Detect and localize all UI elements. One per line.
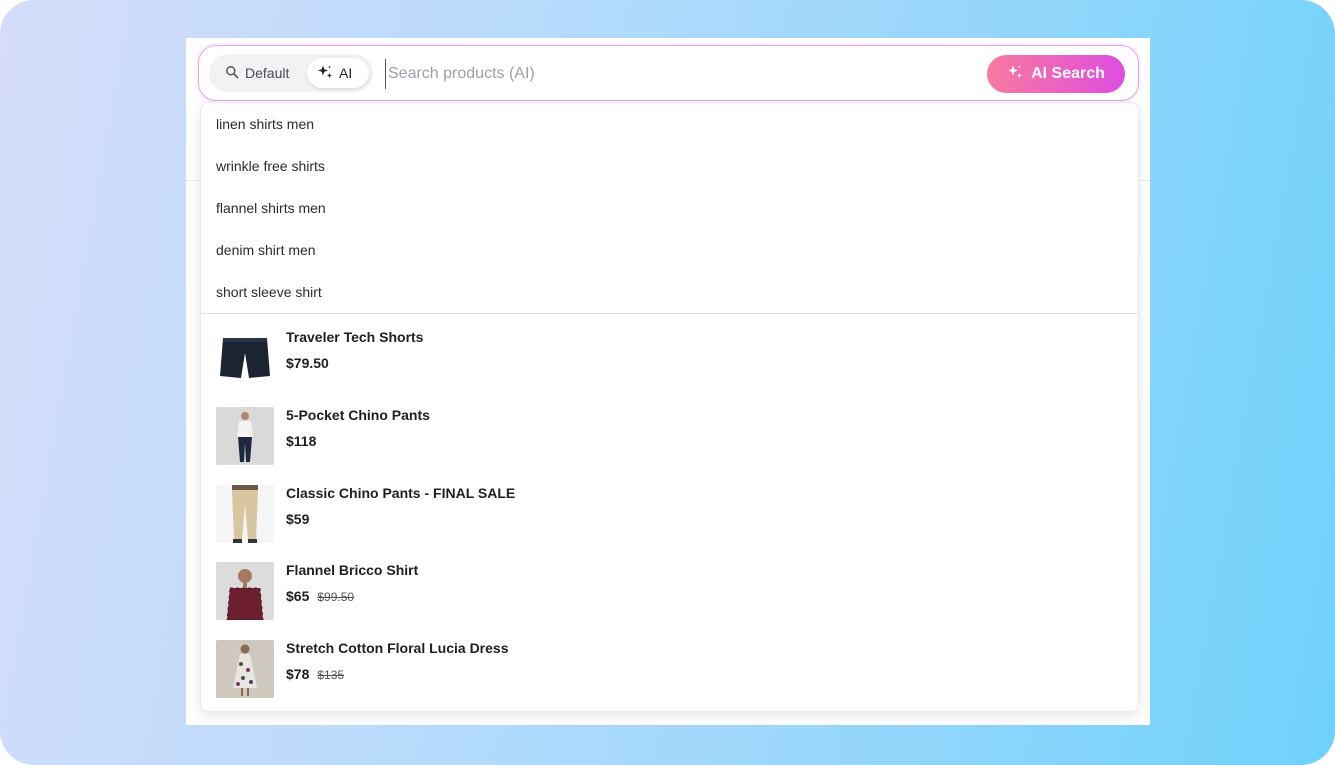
product-name: Traveler Tech Shorts [286, 329, 424, 345]
product-name: Flannel Bricco Shirt [286, 562, 419, 578]
suggestion-item[interactable]: flannel shirts men [201, 187, 1138, 229]
suggestion-item[interactable]: denim shirt men [201, 229, 1138, 271]
product-original-price: $135 [317, 668, 345, 682]
product-result[interactable]: Traveler Tech Shorts $79.50 [216, 329, 1116, 387]
product-price: $65 [286, 588, 310, 604]
suggestion-list: linen shirts men wrinkle free shirts fla… [201, 103, 1138, 313]
product-result[interactable]: Stretch Cotton Floral Lucia Dress $78 $1… [216, 640, 1116, 698]
suggestion-item[interactable]: linen shirts men [201, 103, 1138, 145]
suggestion-item[interactable]: short sleeve shirt [201, 271, 1138, 313]
product-thumbnail [216, 640, 274, 698]
sparkle-icon [317, 64, 333, 83]
product-result[interactable]: Classic Chino Pants - FINAL SALE $59 [216, 485, 1116, 543]
mode-default-button[interactable]: Default [215, 58, 309, 88]
sparkle-icon [1007, 64, 1023, 85]
background: Default AI AI Search linen shirts m [0, 0, 1335, 765]
product-original-price: $99.50 [317, 590, 355, 604]
product-result[interactable]: 5-Pocket Chino Pants $118 [216, 407, 1116, 465]
product-name: Classic Chino Pants - FINAL SALE [286, 485, 516, 501]
product-thumbnail [216, 562, 274, 620]
product-name: 5-Pocket Chino Pants [286, 407, 430, 423]
product-price: $118 [286, 433, 317, 449]
mode-ai-button[interactable]: AI [307, 58, 369, 88]
mode-ai-label: AI [339, 65, 353, 81]
product-price: $78 [286, 666, 310, 682]
search-bar: Default AI AI Search [198, 45, 1139, 101]
mode-default-label: Default [245, 65, 290, 81]
autocomplete-dropdown: linen shirts men wrinkle free shirts fla… [200, 102, 1139, 712]
product-thumbnail [216, 329, 274, 387]
product-thumbnail [216, 407, 274, 465]
ai-search-button-label: AI Search [1031, 65, 1105, 82]
ai-search-button[interactable]: AI Search [987, 55, 1125, 93]
search-mode-toggle: Default AI [209, 54, 373, 92]
section-divider [201, 313, 1138, 314]
search-icon [225, 65, 239, 82]
search-input[interactable] [385, 59, 985, 89]
search-widget-frame: Default AI AI Search linen shirts m [186, 38, 1150, 725]
product-price: $59 [286, 511, 310, 527]
product-result[interactable]: Flannel Bricco Shirt $65 $99.50 [216, 562, 1116, 620]
product-thumbnail [216, 485, 274, 543]
product-price: $79.50 [286, 355, 329, 371]
suggestion-item[interactable]: wrinkle free shirts [201, 145, 1138, 187]
product-name: Stretch Cotton Floral Lucia Dress [286, 640, 509, 656]
